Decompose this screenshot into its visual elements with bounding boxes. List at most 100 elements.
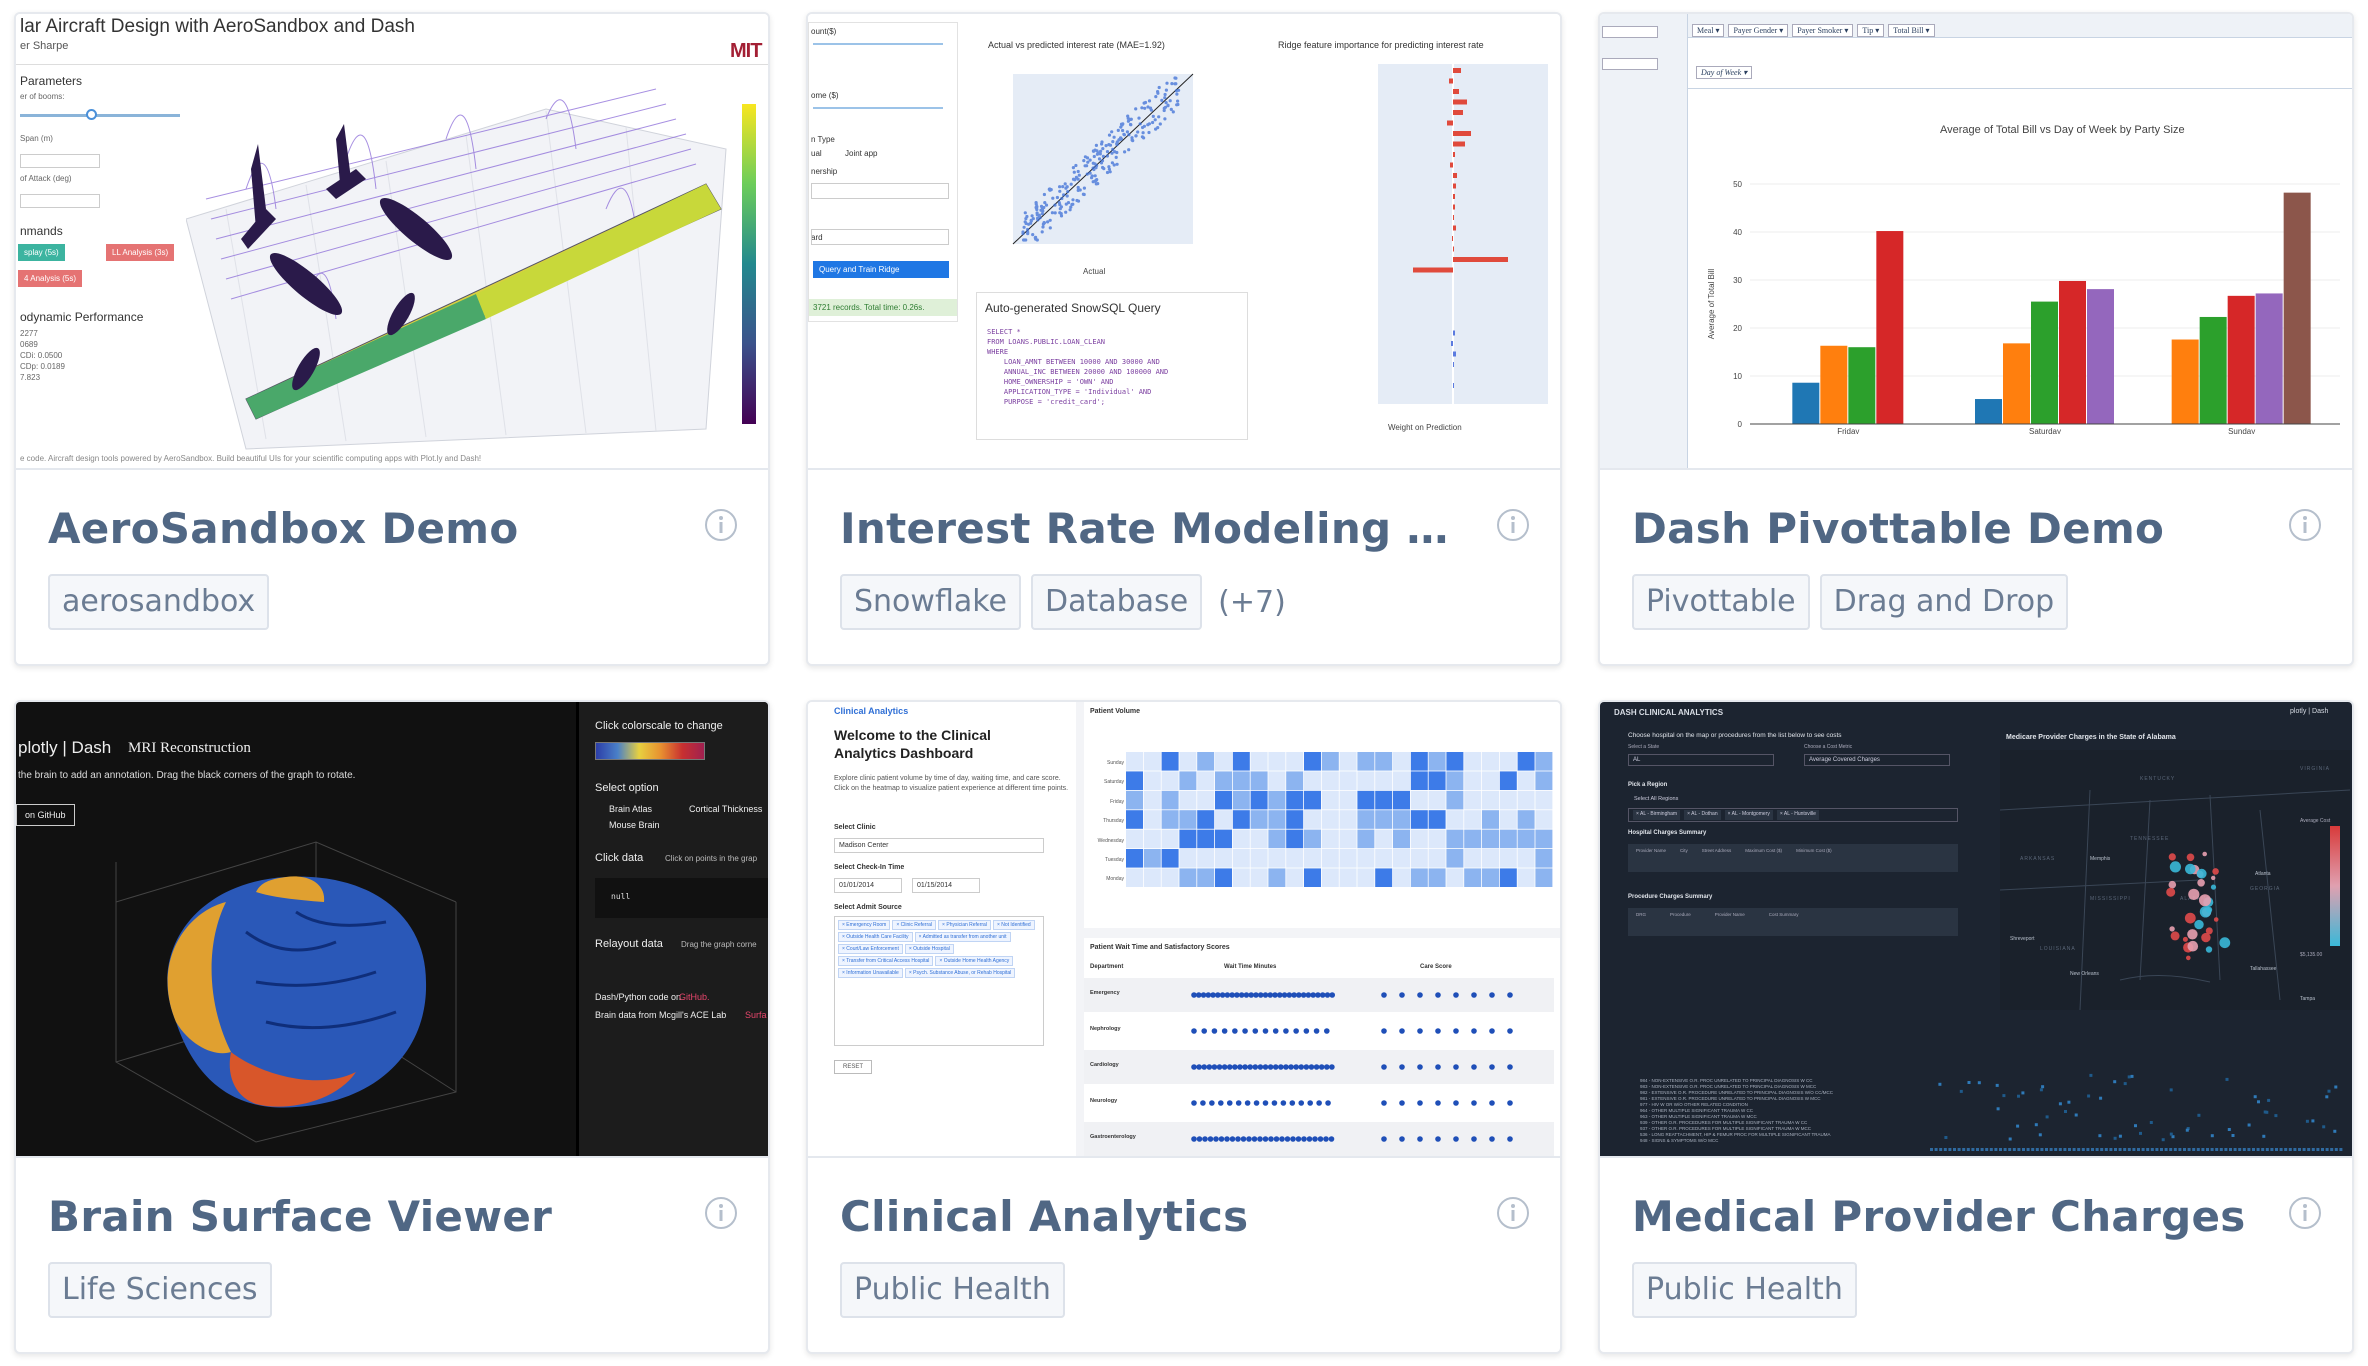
card-title[interactable]: Dash Pivottable Demo bbox=[1632, 504, 2272, 553]
heatmap-cell[interactable] bbox=[1535, 868, 1553, 887]
heatmap-cell[interactable] bbox=[1535, 790, 1553, 810]
renderer-dropdown[interactable] bbox=[1602, 58, 1658, 70]
heatmap-cell[interactable] bbox=[1464, 849, 1482, 868]
admit-source-chip[interactable]: × Not Identified bbox=[992, 920, 1035, 930]
heatmap-cell[interactable] bbox=[1143, 868, 1161, 887]
bar[interactable] bbox=[1876, 231, 1904, 424]
heatmap-cell[interactable] bbox=[1286, 810, 1304, 829]
wait-dots[interactable] bbox=[1154, 1050, 1554, 1084]
pivot-field[interactable]: Tip ▾ bbox=[1857, 24, 1885, 37]
wait-dots[interactable] bbox=[1154, 1122, 1554, 1156]
heatmap-cell[interactable] bbox=[1197, 810, 1215, 829]
tag[interactable]: Public Health bbox=[1632, 1262, 1857, 1318]
heatmap-cell[interactable] bbox=[1482, 868, 1499, 887]
heatmap-cell[interactable] bbox=[1339, 810, 1357, 829]
pivot-field[interactable]: Payer Smoker ▾ bbox=[1792, 24, 1854, 37]
heatmap-cell[interactable] bbox=[1197, 829, 1215, 849]
heatmap-cell[interactable] bbox=[1375, 868, 1393, 887]
heatmap-cell[interactable] bbox=[1126, 752, 1143, 771]
heatmap-cell[interactable] bbox=[1428, 849, 1446, 868]
heatmap-cell[interactable] bbox=[1215, 752, 1232, 771]
table-column-header[interactable]: Cost Summary bbox=[1769, 912, 1799, 932]
hospital-marker[interactable] bbox=[2206, 906, 2213, 913]
scatter-plot[interactable]: Actual bbox=[973, 64, 1203, 284]
heatmap-cell[interactable] bbox=[1126, 810, 1143, 829]
heatmap-cell[interactable] bbox=[1197, 752, 1215, 771]
heatmap-cell[interactable] bbox=[1304, 752, 1321, 771]
heatmap-cell[interactable] bbox=[1393, 868, 1410, 887]
heatmap-cell[interactable] bbox=[1286, 752, 1304, 771]
heatmap-cell[interactable] bbox=[1268, 868, 1286, 887]
heatmap-cell[interactable] bbox=[1304, 868, 1321, 887]
info-icon[interactable] bbox=[2288, 508, 2322, 542]
boom-slider[interactable] bbox=[20, 114, 180, 117]
heatmap-cell[interactable] bbox=[1339, 868, 1357, 887]
heatmap-cell[interactable] bbox=[1375, 752, 1393, 771]
heatmap-cell[interactable] bbox=[1179, 829, 1197, 849]
heatmap-cell[interactable] bbox=[1179, 790, 1197, 810]
heatmap-cell[interactable] bbox=[1393, 771, 1410, 790]
hospital-marker[interactable] bbox=[2194, 919, 2204, 930]
heatmap-cell[interactable] bbox=[1161, 752, 1179, 771]
bar[interactable] bbox=[2199, 316, 2227, 424]
heatmap-cell[interactable] bbox=[1215, 849, 1232, 868]
start-date[interactable]: 01/01/2014 bbox=[834, 878, 902, 893]
table-column-header[interactable]: Street Address bbox=[1702, 848, 1732, 868]
reset-button[interactable]: RESET bbox=[834, 1060, 873, 1074]
heatmap-cell[interactable] bbox=[1304, 771, 1321, 790]
hospital-marker[interactable] bbox=[2205, 946, 2213, 953]
metric-dropdown[interactable]: Average Covered Charges bbox=[1804, 754, 1950, 766]
hospital-marker[interactable] bbox=[2186, 853, 2195, 862]
hospital-marker[interactable] bbox=[2168, 853, 2176, 861]
heatmap-cell[interactable] bbox=[1464, 790, 1482, 810]
card-title[interactable]: Interest Rate Modeling with … bbox=[840, 504, 1480, 553]
hospital-marker[interactable] bbox=[2211, 875, 2216, 881]
heatmap-cell[interactable] bbox=[1286, 829, 1304, 849]
heatmap-cell[interactable] bbox=[1143, 810, 1161, 829]
heatmap-cell[interactable] bbox=[1499, 849, 1517, 868]
app-thumbnail[interactable]: lar Aircraft Design with AeroSandbox and… bbox=[16, 14, 768, 470]
heatmap-cell[interactable] bbox=[1410, 752, 1428, 771]
radio-brain-atlas[interactable]: Brain Atlas bbox=[609, 804, 652, 814]
all-regions-checkbox[interactable]: Select All Regions bbox=[1634, 796, 1678, 802]
heatmap-cell[interactable] bbox=[1215, 790, 1232, 810]
heatmap-cell[interactable] bbox=[1268, 829, 1286, 849]
heatmap-cell[interactable] bbox=[1321, 849, 1339, 868]
table-column-header[interactable]: Minimum Cost ($) bbox=[1796, 848, 1832, 868]
heatmap-cell[interactable] bbox=[1482, 790, 1499, 810]
hospital-marker[interactable] bbox=[2197, 879, 2205, 887]
heatmap-cell[interactable] bbox=[1535, 849, 1553, 868]
heatmap-cell[interactable] bbox=[1393, 752, 1410, 771]
bar[interactable] bbox=[1975, 399, 2002, 424]
heatmap-cell[interactable] bbox=[1464, 752, 1482, 771]
info-icon[interactable] bbox=[704, 508, 738, 542]
clinic-dropdown[interactable]: Madison Center bbox=[834, 838, 1044, 853]
procedure-heatmap[interactable] bbox=[1930, 1072, 2350, 1152]
heatmap-cell[interactable] bbox=[1464, 829, 1482, 849]
hospital-marker[interactable] bbox=[2199, 894, 2211, 907]
hospital-marker[interactable] bbox=[2196, 868, 2207, 879]
brain-3d-plot[interactable] bbox=[56, 822, 576, 1152]
heatmap-cell[interactable] bbox=[1197, 849, 1215, 868]
heatmap-cell[interactable] bbox=[1410, 829, 1428, 849]
display-button[interactable]: splay (5s) bbox=[18, 244, 65, 261]
heatmap-cell[interactable] bbox=[1482, 810, 1499, 829]
purpose-dropdown-box[interactable] bbox=[811, 229, 949, 245]
heatmap-cell[interactable] bbox=[1357, 771, 1375, 790]
admit-source-chip[interactable]: × Psych. Substance Abuse, or Rehab Hospi… bbox=[904, 968, 1016, 978]
heatmap-cell[interactable] bbox=[1517, 771, 1535, 790]
bar[interactable] bbox=[2031, 301, 2058, 424]
hospital-marker[interactable] bbox=[2169, 861, 2181, 873]
heatmap-cell[interactable] bbox=[1339, 771, 1357, 790]
heatmap-cell[interactable] bbox=[1215, 810, 1232, 829]
heatmap-cell[interactable] bbox=[1161, 868, 1179, 887]
heatmap-cell[interactable] bbox=[1428, 810, 1446, 829]
app-card-clinical-analytics[interactable]: Clinical Analytics Welcome to the Clinic… bbox=[806, 700, 1562, 1354]
end-date[interactable]: 01/15/2014 bbox=[912, 878, 980, 893]
card-title[interactable]: AeroSandbox Demo bbox=[48, 504, 688, 553]
row-field[interactable]: Day of Week ▾ bbox=[1696, 66, 1753, 79]
heatmap-cell[interactable] bbox=[1250, 849, 1268, 868]
heatmap-cell[interactable] bbox=[1250, 810, 1268, 829]
heatmap-cell[interactable] bbox=[1482, 849, 1499, 868]
bar[interactable] bbox=[2283, 192, 2311, 424]
